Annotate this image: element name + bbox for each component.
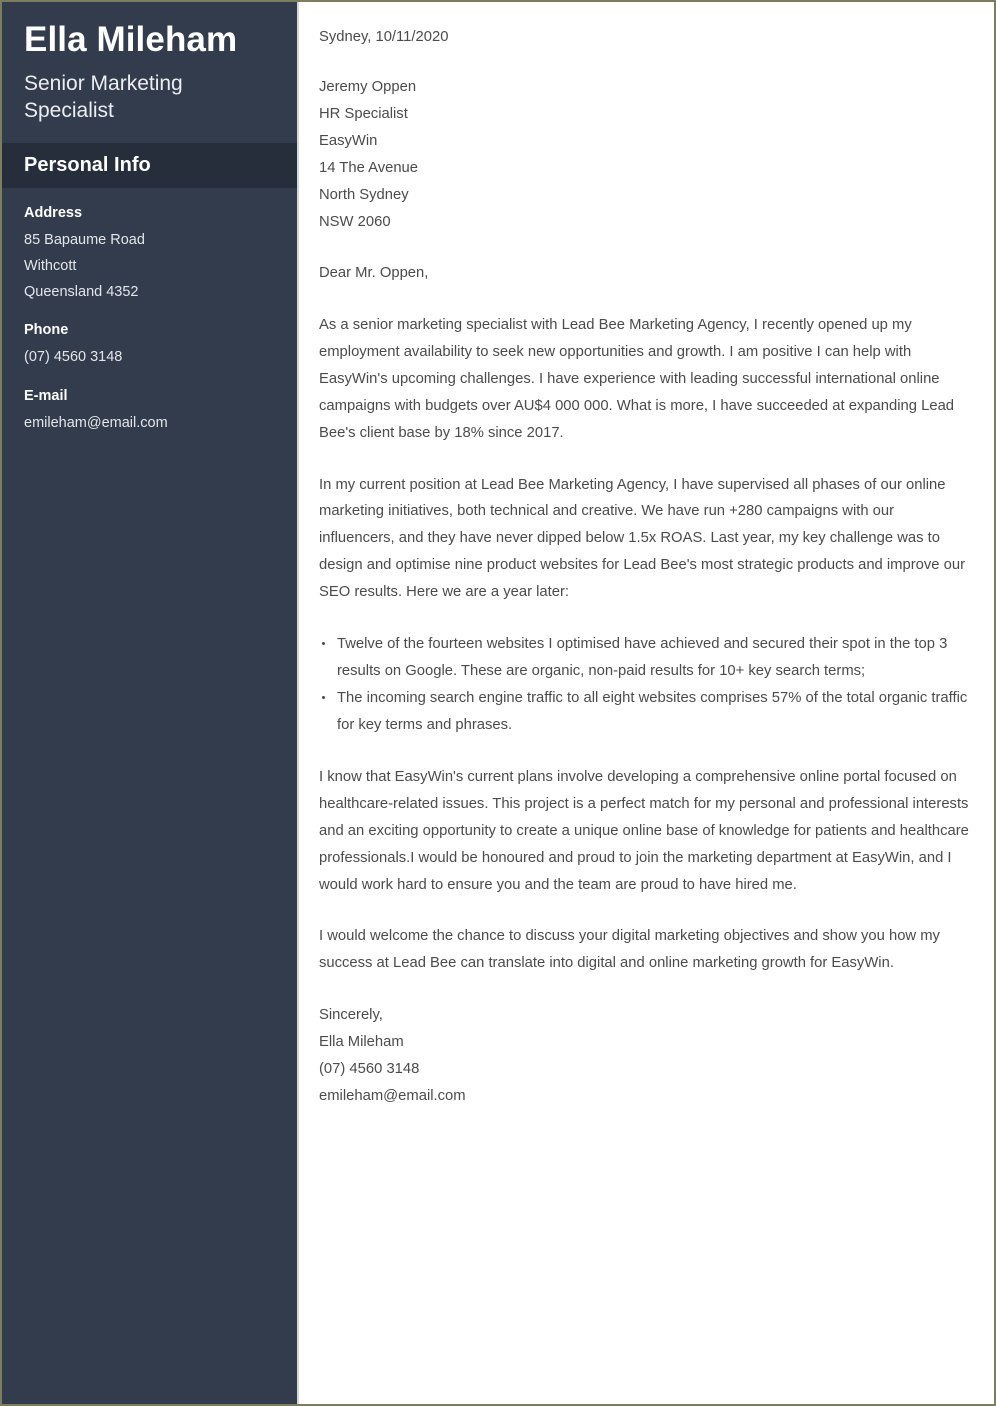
info-group-phone: Phone (07) 4560 3148 [24,320,275,371]
body-paragraph-3: I know that EasyWin's current plans invo… [319,768,969,893]
cover-letter-page: Ella Mileham Senior Marketing Specialist… [0,0,996,1406]
info-group-address: Address 85 Bapaume Road Withcott Queensl… [24,203,275,305]
personal-info-band: Personal Info [2,142,297,188]
signature-block: Sincerely, Ella Mileham (07) 4560 3148 e… [319,1002,970,1110]
signoff-closing: Sincerely, [319,1007,383,1024]
personal-info-heading: Personal Info [24,153,151,176]
recipient-postal: NSW 2060 [319,213,391,230]
info-value-address-line-3: Queensland 4352 [24,283,139,300]
body-paragraph-4: I would welcome the chance to discuss yo… [319,928,940,972]
info-label-phone: Phone [24,322,69,339]
signoff-email: emileham@email.com [319,1088,466,1105]
recipient-address-block: Jeremy Oppen HR Specialist EasyWin 14 Th… [319,74,970,236]
info-label-email: E-mail [24,388,68,405]
info-value-email: emileham@email.com [24,415,168,432]
body-paragraph-2: In my current position at Lead Bee Marke… [319,476,966,601]
sidebar: Ella Mileham Senior Marketing Specialist… [2,2,299,1404]
recipient-street: 14 The Avenue [319,159,419,176]
list-item: The incoming search engine traffic to al… [319,685,970,739]
info-value-address-line-2: Withcott [24,257,77,274]
page-title: Ella Mileham [24,20,238,59]
recipient-name: Jeremy Oppen [319,79,417,96]
signoff-name: Ella Mileham [319,1034,404,1051]
list-item: Twelve of the fourteen websites I optimi… [319,631,970,685]
body-paragraph-1: As a senior marketing specialist with Le… [319,316,955,441]
info-label-address: Address [24,204,83,221]
info-group-email: E-mail emileham@email.com [24,386,275,437]
letter-body: Sydney, 10/11/2020 Jeremy Oppen HR Speci… [299,2,994,1404]
signoff-phone: (07) 4560 3148 [319,1061,420,1078]
salutation: Dear Mr. Oppen, [319,264,429,281]
job-title: Senior Marketing Specialist [24,72,183,123]
recipient-city: North Sydney [319,186,409,203]
letter-date: Sydney, 10/11/2020 [319,29,449,45]
personal-info-list: Address 85 Bapaume Road Withcott Queensl… [2,188,297,437]
achievements-list: Twelve of the fourteen websites I optimi… [319,631,970,739]
recipient-company: EasyWin [319,133,378,150]
info-value-phone: (07) 4560 3148 [24,349,123,366]
sidebar-header: Ella Mileham Senior Marketing Specialist [2,2,297,143]
recipient-role: HR Specialist [319,106,408,123]
info-value-address-line-1: 85 Bapaume Road [24,231,145,248]
